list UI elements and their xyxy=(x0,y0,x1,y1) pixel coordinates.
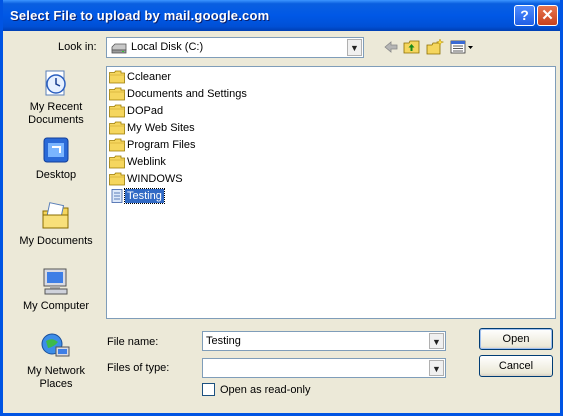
read-only-checkbox[interactable] xyxy=(202,383,215,396)
file-list-item-label: My Web Sites xyxy=(127,122,195,134)
place-label: Desktop xyxy=(35,169,77,181)
my-computer-icon xyxy=(43,268,68,295)
view-menu-icon[interactable] xyxy=(449,38,475,56)
folder-icon xyxy=(109,172,125,186)
network-places-icon xyxy=(41,333,70,357)
back-arrow-icon[interactable] xyxy=(382,38,400,56)
file-list-item-label: Testing xyxy=(124,188,165,204)
dialog-title: Select File to upload by mail.google.com xyxy=(10,8,270,23)
folder-icon xyxy=(109,155,125,169)
cancel-button[interactable]: Cancel xyxy=(479,355,553,377)
place-label: My Documents xyxy=(19,235,93,247)
file-list[interactable]: Ccleaner Documents and Settings DOPad My We… xyxy=(106,66,556,319)
place-my-computer[interactable]: My Computer xyxy=(16,266,96,313)
place-desktop[interactable]: Desktop xyxy=(16,135,96,182)
file-name-value: Testing xyxy=(206,335,241,347)
file-name-label: File name: xyxy=(107,336,159,348)
title-bar[interactable]: Select File to upload by mail.google.com… xyxy=(3,0,560,31)
place-my-documents[interactable]: My Documents xyxy=(16,201,96,248)
place-label: My Computer xyxy=(22,300,90,312)
file-list-item-label: Ccleaner xyxy=(127,71,172,83)
place-my-recent-documents[interactable]: My Recent Documents xyxy=(16,67,96,127)
open-button[interactable]: Open xyxy=(479,328,553,350)
file-list-item-label: Weblink xyxy=(127,156,166,168)
look-in-dropdown[interactable]: Local Disk (C:) ▼ xyxy=(106,37,364,58)
place-my-network-places[interactable]: My Network Places xyxy=(16,331,96,391)
file-icon xyxy=(111,189,123,203)
folder-icon xyxy=(109,104,125,118)
folder-icon xyxy=(109,87,125,101)
create-new-folder-icon[interactable] xyxy=(426,38,444,56)
chevron-down-icon[interactable]: ▼ xyxy=(347,39,362,56)
file-list-item-label: WINDOWS xyxy=(127,173,183,185)
place-label: My Recent Documents xyxy=(28,101,84,126)
folder-icon xyxy=(109,121,125,135)
recent-documents-icon xyxy=(45,70,66,96)
file-list-item-label: DOPad xyxy=(127,105,164,117)
folder-icon xyxy=(109,138,125,152)
file-list-item-label: Documents and Settings xyxy=(127,88,247,100)
chevron-down-icon[interactable]: ▼ xyxy=(429,360,444,376)
file-upload-dialog: Select File to upload by mail.google.com… xyxy=(0,0,563,416)
look-in-value: Local Disk (C:) xyxy=(131,41,204,53)
look-in-label: Look in: xyxy=(58,41,97,53)
desktop-icon xyxy=(43,137,69,163)
files-of-type-dropdown[interactable]: ▼ xyxy=(202,358,446,378)
up-one-level-icon[interactable] xyxy=(403,38,421,56)
file-list-item-label: Program Files xyxy=(127,139,196,151)
file-name-input[interactable]: Testing ▼ xyxy=(202,331,446,351)
chevron-down-icon[interactable]: ▼ xyxy=(429,333,444,349)
place-label: My Network Places xyxy=(26,365,86,390)
files-of-type-label: Files of type: xyxy=(107,362,170,374)
folder-icon xyxy=(109,70,125,84)
read-only-label[interactable]: Open as read-only xyxy=(220,384,311,396)
help-button[interactable]: ? xyxy=(514,5,535,26)
close-button[interactable]: ✕ xyxy=(537,5,558,26)
drive-icon xyxy=(111,43,127,54)
my-documents-icon xyxy=(42,202,69,229)
